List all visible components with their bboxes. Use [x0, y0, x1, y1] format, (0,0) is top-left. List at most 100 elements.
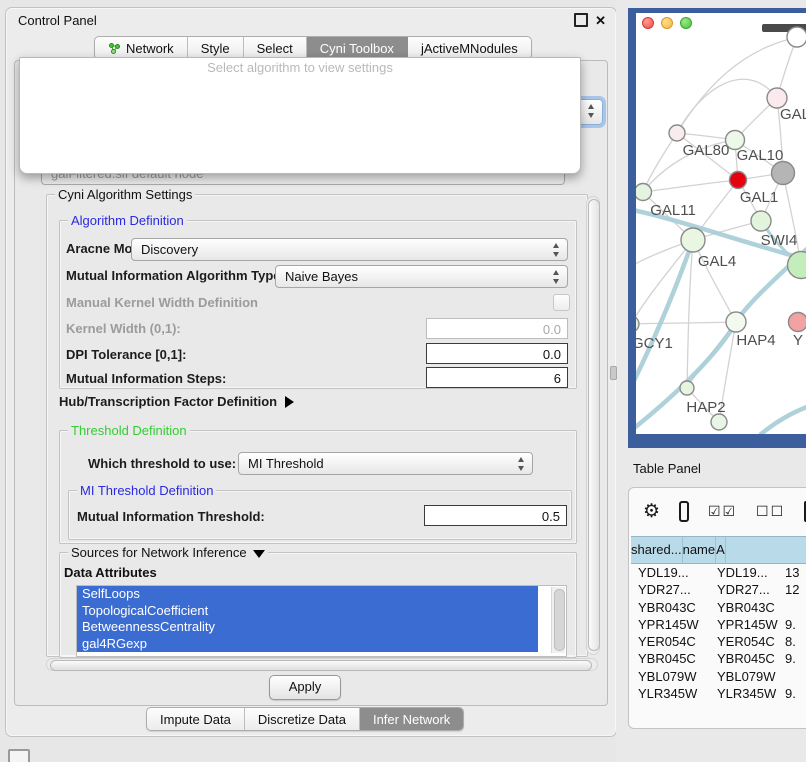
collapse-arrow-icon[interactable] [253, 550, 265, 558]
control-panel: Control Panel ✕ Network Style Select Cyn… [5, 7, 617, 737]
table-row[interactable]: YBR045C YBR045C 9. [631, 650, 806, 667]
cell-name: YLR345W [711, 685, 781, 702]
cell-name: YBR043C [711, 599, 781, 616]
group-title: MI Threshold Definition [77, 483, 216, 498]
mi-steps-field[interactable]: 6 [426, 367, 568, 388]
network-node-label: Y [793, 332, 803, 349]
network-node[interactable] [681, 228, 705, 252]
cell-shared-name: YPR145W [631, 616, 711, 633]
bottom-tab[interactable]: Infer Network [360, 708, 463, 730]
panel-divider-handle[interactable] [610, 366, 617, 380]
which-threshold-label: Which threshold to use: [88, 456, 236, 471]
cyni-algorithm-settings-group: Cyni Algorithm Settings Algorithm Defini… [46, 194, 588, 657]
table-row[interactable]: YBL079W YBL079W [631, 668, 806, 685]
cell-shared-name: YDL19... [631, 564, 711, 581]
column-header[interactable]: A [716, 537, 726, 563]
network-node[interactable] [726, 312, 746, 332]
network-node[interactable] [772, 162, 795, 185]
table-row[interactable]: YDL19... YDL19... 13 [631, 564, 806, 581]
network-canvas[interactable]: GAL8GAL80GAL10GAL1GAL11SWI4GAL4HAP4YGCY1… [636, 13, 806, 434]
cell-name: YDR27... [711, 581, 781, 598]
table-row[interactable]: YPR145W YPR145W 9. [631, 616, 806, 633]
network-node-label: GAL1 [740, 189, 778, 206]
attribute-list-item[interactable]: BetweennessCentrality [77, 619, 538, 636]
mi-algorithm-type-combobox[interactable]: Naive Bayes [275, 265, 568, 288]
node-table: shared...nameA YDL19... YDL19... 13 YDR2… [631, 536, 806, 704]
attribute-list-item[interactable]: gal4RGexp [77, 636, 538, 653]
data-attributes-label: Data Attributes [64, 565, 157, 580]
float-panel-icon[interactable] [574, 13, 588, 27]
table-row[interactable]: YIL052C YIL052C 9. [631, 702, 806, 704]
network-node[interactable] [789, 313, 806, 332]
cell-shared-name: YDR27... [631, 581, 711, 598]
cell-name: YBL079W [711, 668, 781, 685]
control-panel-tab[interactable]: jActiveMNodules [408, 37, 531, 59]
network-node[interactable] [636, 316, 639, 332]
close-icon[interactable]: ✕ [595, 14, 606, 27]
network-node-label: HAP4 [736, 332, 775, 349]
attribute-list-item[interactable]: SelfLoops [77, 586, 538, 603]
dpi-tolerance-label: DPI Tolerance [0,1]: [66, 347, 186, 362]
dpi-tolerance-field[interactable]: 0.0 [426, 343, 568, 364]
mi-threshold-definition-group: MI Threshold Definition Mutual Informati… [68, 490, 572, 540]
mi-threshold-field[interactable]: 0.5 [424, 505, 567, 526]
control-panel-tab[interactable]: Select [244, 37, 307, 59]
data-attributes-list[interactable]: SelfLoopsTopologicalCoefficientBetweenne… [76, 585, 567, 657]
control-panel-tab[interactable]: Cyni Toolbox [307, 37, 408, 59]
manual-kernel-checkbox[interactable] [553, 294, 570, 311]
kernel-width-field[interactable]: 0.0 [426, 318, 568, 339]
algorithm-menu-item[interactable] [20, 107, 580, 123]
hub-definition-expander[interactable]: Hub/Transcription Factor Definition [59, 394, 294, 409]
cell-name: YPR145W [711, 616, 781, 633]
bottom-tab[interactable]: Discretize Data [245, 708, 360, 730]
algorithm-menu-item[interactable] [20, 92, 580, 108]
cell-shared-name: YER054C [631, 633, 711, 650]
cell-name: YBR045C [711, 650, 781, 667]
network-node-label: GAL4 [698, 253, 736, 270]
group-title: Threshold Definition [68, 423, 190, 438]
network-node[interactable] [767, 88, 787, 108]
algorithm-menu-item[interactable] [20, 76, 580, 92]
column-header[interactable]: shared... [631, 537, 683, 563]
select-all-checkboxes-icon[interactable]: ☑☑ [708, 503, 737, 520]
settings-horizontal-scrollbar[interactable] [46, 658, 598, 671]
gear-icon[interactable]: ⚙ [643, 502, 660, 521]
table-row[interactable]: YBR043C YBR043C [631, 599, 806, 616]
list-scrollbar[interactable] [551, 587, 565, 653]
algorithm-menu-item[interactable] [20, 123, 580, 139]
which-threshold-combobox[interactable]: MI Threshold [238, 452, 533, 475]
control-panel-tab[interactable]: Style [188, 37, 244, 59]
column-header[interactable]: name [683, 537, 717, 563]
apply-button[interactable]: Apply [269, 675, 341, 700]
control-panel-tab[interactable]: Network [95, 37, 188, 59]
cell-name: YIL052C [711, 702, 781, 704]
network-node[interactable] [751, 211, 771, 231]
network-node[interactable] [669, 125, 685, 141]
sources-title: Sources for Network Inference [71, 545, 247, 560]
network-node[interactable] [636, 184, 652, 201]
bottom-tab[interactable]: Impute Data [147, 708, 245, 730]
algorithm-menu-item[interactable] [20, 138, 580, 154]
settings-vertical-scrollbar[interactable] [586, 196, 600, 655]
combo-value: Discovery [141, 242, 198, 257]
mi-threshold-label: Mutual Information Threshold: [77, 509, 265, 524]
cell-value: 9. [781, 616, 806, 633]
algorithm-menu-item[interactable] [20, 154, 580, 170]
panel-title: Control Panel [18, 13, 97, 28]
app-window: Control Panel ✕ Network Style Select Cyn… [0, 0, 806, 762]
deselect-all-checkboxes-icon[interactable]: ☐☐ [756, 503, 785, 520]
table-row[interactable]: YLR345W YLR345W 9. [631, 685, 806, 702]
manual-kernel-label: Manual Kernel Width Definition [66, 295, 258, 310]
table-row[interactable]: YDR27... YDR27... 12 [631, 581, 806, 598]
columns-icon[interactable] [679, 501, 689, 522]
network-node[interactable] [680, 381, 694, 395]
table-row[interactable]: YER054C YER054C 8. [631, 633, 806, 650]
network-node[interactable] [787, 27, 806, 47]
mini-palette-icon[interactable] [8, 749, 30, 762]
network-node-label: GCY1 [636, 335, 673, 352]
network-node[interactable] [711, 414, 727, 430]
aracne-mode-combobox[interactable]: Discovery [131, 238, 568, 261]
bottom-tab-bar: Impute DataDiscretize DataInfer Network [146, 707, 464, 731]
network-node[interactable] [730, 172, 747, 189]
attribute-list-item[interactable]: TopologicalCoefficient [77, 603, 538, 620]
